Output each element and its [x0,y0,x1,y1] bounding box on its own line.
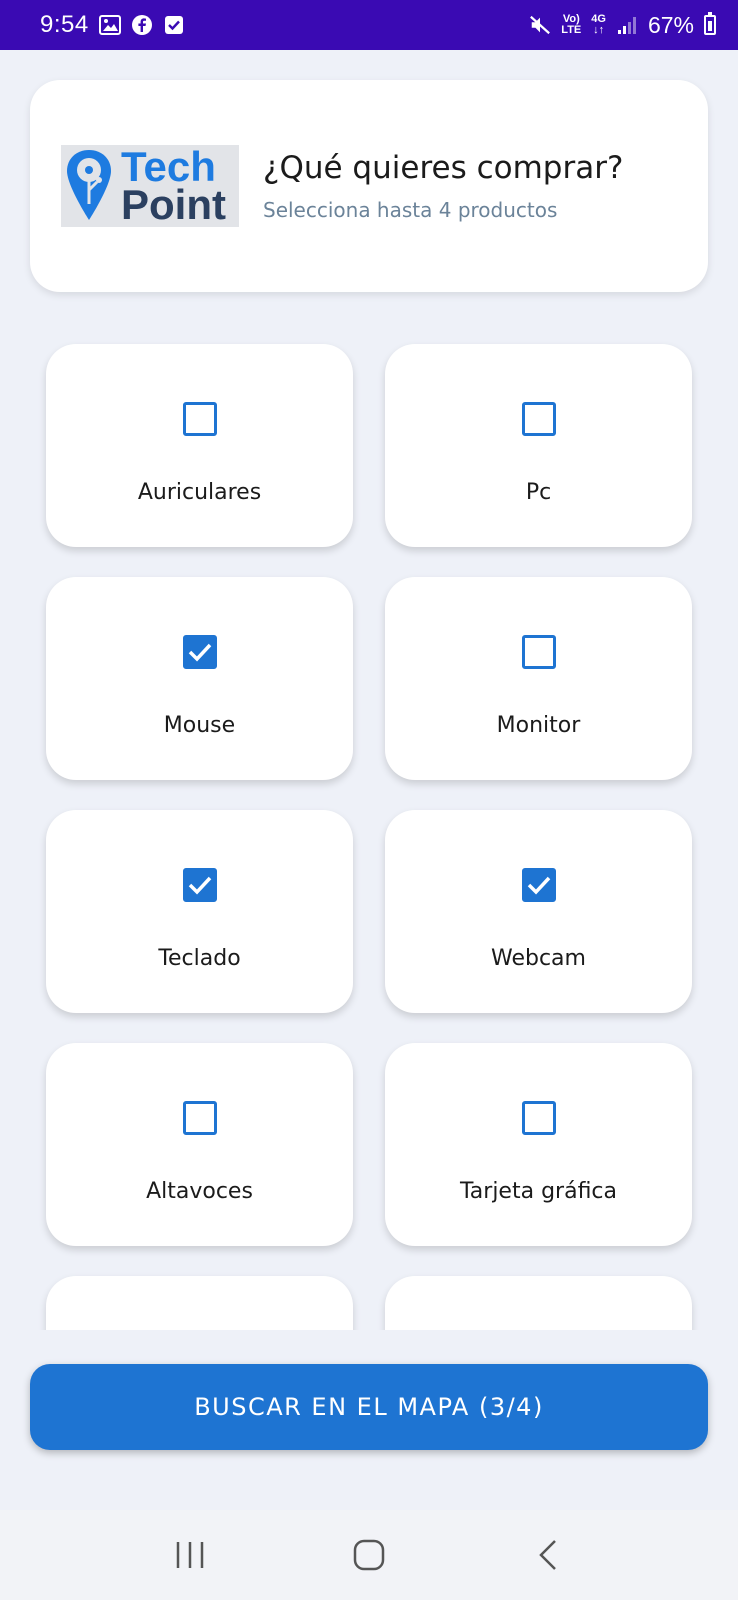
volte-indicator: Vo) LTE [561,14,581,36]
status-bar: 9:54 Vo) LTE 4G ↓↑ 67% [0,0,738,50]
product-card[interactable]: Teclado [46,810,353,1013]
status-left: 9:54 [40,11,185,39]
status-time: 9:54 [40,11,89,38]
recent-apps-icon [176,1542,203,1568]
checkmark-icon [527,876,550,895]
checkmark-icon [188,643,211,662]
product-checkbox[interactable] [521,635,556,669]
check-square-icon [163,14,185,36]
network-indicator: 4G ↓↑ [591,14,606,36]
product-label: Mouse [163,713,236,738]
techpoint-logo: Tech Point [61,145,239,227]
navigation-bar [0,1510,738,1600]
product-checkbox[interactable] [182,1101,217,1135]
mute-icon [529,14,551,36]
back-button[interactable] [518,1525,578,1585]
product-checkbox[interactable] [182,402,217,436]
product-label: Auriculares [137,480,262,505]
image-icon [98,14,121,36]
product-card[interactable]: Monitor [385,577,692,780]
product-card[interactable]: Mouse [46,577,353,780]
product-checkbox[interactable] [521,1101,556,1135]
product-label: Teclado [158,946,241,971]
header-card: Tech Point ¿Qué quieres comprar? Selecci… [30,80,708,292]
product-checkbox[interactable] [521,402,556,436]
product-card[interactable]: Pc [385,344,692,547]
product-checkbox[interactable] [182,635,217,669]
product-label: Monitor [496,713,581,738]
product-label: Tarjeta gráfica [460,1179,617,1204]
logo-text: Tech Point [121,146,226,228]
product-card[interactable]: Webcam [385,810,692,1013]
product-card[interactable] [46,1276,353,1330]
back-icon [539,1540,557,1570]
facebook-icon [131,14,153,36]
product-card[interactable]: Altavoces [46,1043,353,1246]
page-title: ¿Qué quieres comprar? [263,150,624,186]
product-label: Altavoces [146,1179,253,1204]
location-pin-icon [67,150,111,220]
product-grid: Auriculares Pc Mouse Monitor Teclado Webcam Al… [46,344,692,1330]
recent-apps-button[interactable] [160,1525,220,1585]
battery-icon [704,12,716,35]
home-icon [353,1539,385,1571]
checkmark-icon [188,876,211,895]
product-label: Webcam [491,946,586,971]
product-card[interactable]: Auriculares [46,344,353,547]
volte-bottom: LTE [561,24,582,36]
battery-percent: 67% [647,11,694,38]
product-card[interactable] [385,1276,692,1330]
signal-icon [616,14,638,36]
product-grid-scroll[interactable]: Auriculares Pc Mouse Monitor Teclado Webcam Al… [0,320,738,1330]
home-button[interactable] [339,1525,399,1585]
product-card[interactable]: Tarjeta gráfica [385,1043,692,1246]
logo-point: Point [121,181,226,228]
data-arrows-icon: ↓↑ [593,24,605,36]
header-text: ¿Qué quieres comprar? Selecciona hasta 4… [263,150,623,222]
product-checkbox[interactable] [521,868,556,902]
product-checkbox[interactable] [182,868,217,902]
page-subtitle: Selecciona hasta 4 productos [263,198,558,222]
status-right: Vo) LTE 4G ↓↑ 67% [529,12,716,39]
product-label: Pc [525,480,552,505]
search-map-button[interactable]: BUSCAR EN EL MAPA (3/4) [30,1364,708,1450]
